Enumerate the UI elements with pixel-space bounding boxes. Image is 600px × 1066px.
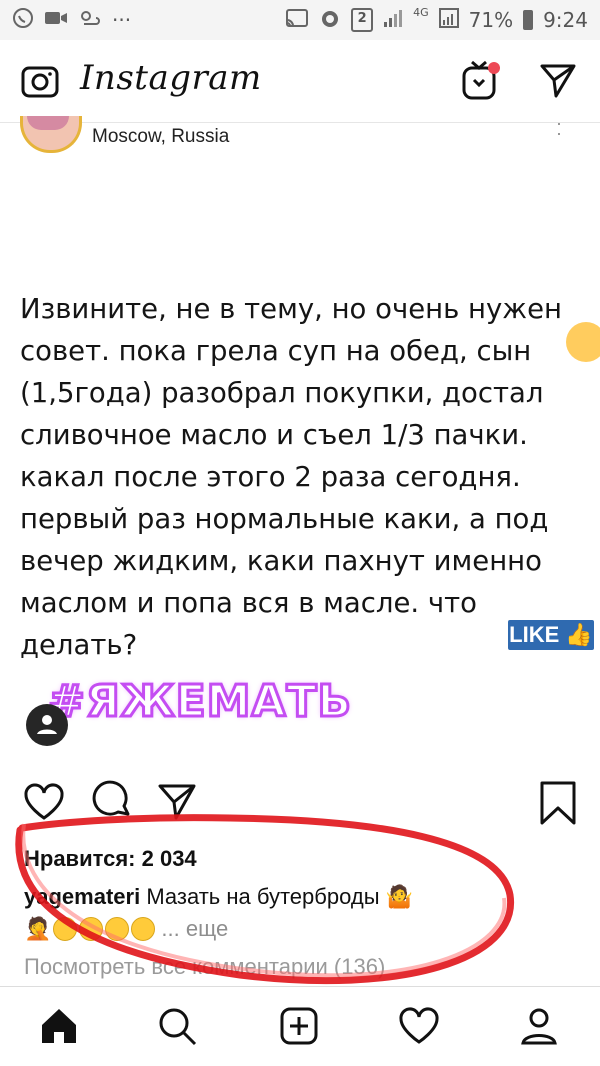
profile-icon[interactable] <box>518 1005 560 1052</box>
caption: yagemateri Мазать на бутерброды 🤷 <box>24 884 584 910</box>
activity-heart-icon[interactable] <box>398 1005 440 1052</box>
caption-username[interactable]: yagemateri <box>24 884 140 909</box>
comment-icon[interactable] <box>90 780 134 829</box>
likes-count[interactable]: Нравится: 2 034 <box>24 846 197 872</box>
caption-text: Мазать на бутерброды <box>146 884 380 909</box>
signal-icon <box>383 8 403 33</box>
hashtag-text: #ЯЖЕМАТЬ <box>46 675 353 729</box>
laughing-emoji-icon <box>79 917 104 941</box>
shrug-emoji-icon: 🤷 <box>385 884 414 909</box>
caption-emojis: 🤦 ... еще <box>24 916 228 942</box>
post-actions <box>0 776 600 828</box>
like-heart-icon[interactable] <box>22 780 66 829</box>
clock: 9:24 <box>543 8 588 32</box>
camera-chip-icon <box>566 322 600 362</box>
post-header: Moscow, Russia · · <box>0 114 600 165</box>
igtv-icon[interactable] <box>458 58 504 109</box>
person-icon <box>37 715 57 734</box>
thumbs-up-icon: 👍 <box>559 622 593 647</box>
battery-icon <box>523 10 534 30</box>
post-image[interactable]: Извините, не в тему, но очень нужен сове… <box>0 164 600 764</box>
video-icon <box>44 8 68 32</box>
app-header: Instagram <box>0 40 600 123</box>
post-image-text: Извините, не в тему, но очень нужен сове… <box>20 293 562 661</box>
bottom-navigation <box>0 986 600 1066</box>
sim-badge: 2 <box>351 8 374 32</box>
avatar[interactable] <box>20 116 82 153</box>
caption-more-link[interactable]: ... еще <box>161 916 228 942</box>
post-location[interactable]: Moscow, Russia <box>92 126 229 148</box>
more-notifications-icon: ··· <box>112 8 132 32</box>
instagram-logo: Instagram <box>80 58 262 98</box>
like-badge-label: LIKE <box>509 622 560 647</box>
facepalm-emoji-icon: 🤦 <box>24 916 52 941</box>
cast-icon <box>285 8 309 33</box>
save-bookmark-icon[interactable] <box>538 780 578 831</box>
alarm-icon <box>319 7 341 34</box>
status-bar-left: ··· <box>0 7 143 34</box>
like-badge: LIKE 👍 <box>508 620 594 650</box>
battery-percent: 71% <box>468 8 514 32</box>
laughing-emoji-icon <box>53 917 78 941</box>
signal-4g-icon <box>438 7 459 33</box>
tagged-users-button[interactable] <box>26 704 68 746</box>
laughing-emoji-icon <box>105 917 130 941</box>
whatsapp-icon <box>12 7 34 34</box>
camera-icon[interactable] <box>20 62 60 107</box>
direct-message-icon[interactable] <box>538 60 578 105</box>
weather-icon <box>78 8 102 33</box>
new-post-icon[interactable] <box>278 1005 320 1052</box>
search-icon[interactable] <box>156 1005 198 1052</box>
network-type: 4G <box>413 5 429 19</box>
status-bar-right: 2 4G 71% 9:24 <box>273 5 600 34</box>
share-icon[interactable] <box>156 780 200 829</box>
home-icon[interactable] <box>38 1005 80 1052</box>
view-all-comments-link[interactable]: Посмотреть все комментарии (136) <box>24 954 385 980</box>
avatar-hair <box>27 116 69 130</box>
laughing-emoji-icon <box>131 917 156 941</box>
more-options-icon[interactable]: · · <box>556 114 562 142</box>
status-bar: ··· 2 4G 71% 9:24 <box>0 0 600 40</box>
